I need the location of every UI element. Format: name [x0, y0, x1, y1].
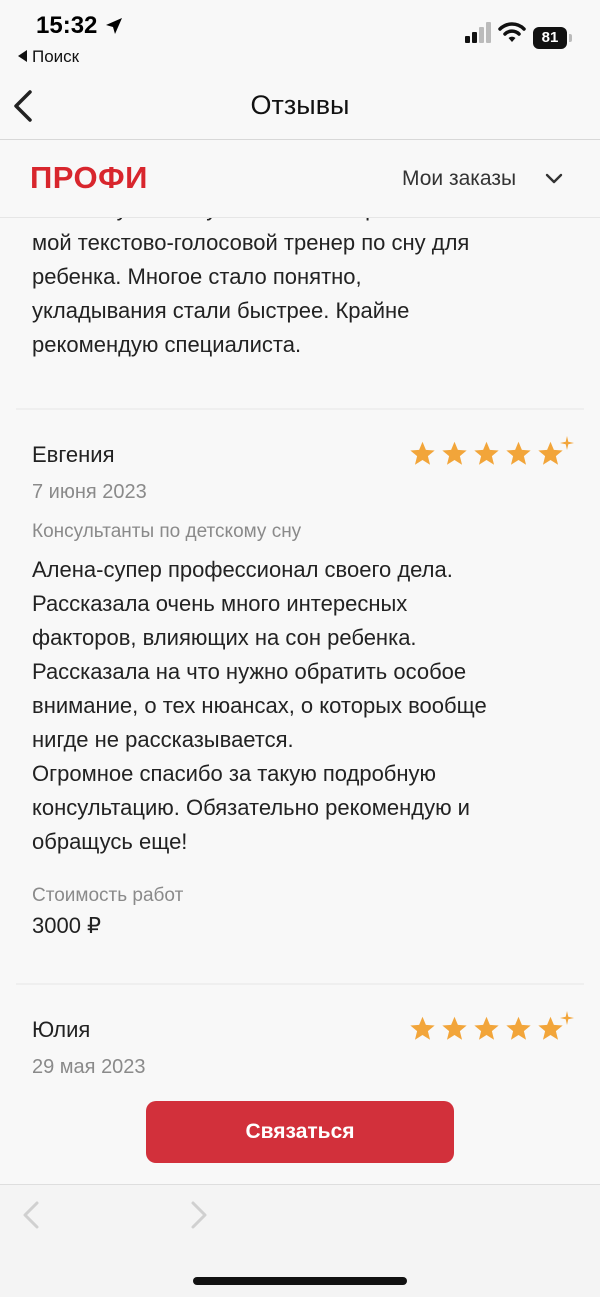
bottom-action-bar: Связаться	[0, 1078, 600, 1184]
cost-label: Стоимость работ	[32, 885, 184, 906]
review-card: Юлия 29 мая 2023	[0, 985, 600, 1078]
battery-level: 81	[533, 27, 567, 49]
battery-icon: 81	[533, 27, 573, 49]
star-icon	[410, 1016, 435, 1040]
review-text: моем случае получилось Алена работала ка…	[32, 218, 499, 357]
review-date: 7 июня 2023	[32, 481, 147, 503]
sparkle-icon	[560, 436, 574, 450]
site-header: ПРОФИ Мои заказы	[0, 140, 600, 218]
back-to-app-link[interactable]: Поиск	[18, 47, 79, 67]
location-arrow-icon	[106, 18, 122, 34]
status-time: 15:32	[36, 12, 98, 39]
star-icon	[442, 441, 467, 465]
rating-stars	[404, 1011, 574, 1042]
star-icon	[474, 441, 499, 465]
review-text: Алена-супер профессионал своего дела. Ра…	[32, 557, 487, 854]
profi-logo[interactable]: ПРОФИ	[30, 160, 148, 196]
cost-value: 3000 ₽	[32, 913, 102, 938]
review-date: 29 мая 2023	[32, 1056, 146, 1078]
star-icon	[506, 441, 531, 465]
my-orders-menu[interactable]: Мои заказы	[402, 167, 516, 191]
chevron-down-icon[interactable]	[545, 172, 563, 186]
home-indicator[interactable]	[193, 1277, 407, 1285]
browser-toolbar	[0, 1184, 600, 1297]
cellular-signal-icon	[465, 22, 491, 43]
rating-stars	[404, 436, 574, 467]
wifi-icon	[498, 22, 526, 42]
review-card: Евгения 7 июня 2023 Консультанты по детс…	[0, 410, 600, 983]
star-icon	[506, 1016, 531, 1040]
battery-tip	[569, 34, 572, 42]
browser-forward-icon[interactable]	[188, 1199, 210, 1231]
navigation-bar: Отзывы	[0, 72, 600, 140]
star-icon	[474, 1016, 499, 1040]
contact-button[interactable]: Связаться	[146, 1101, 454, 1163]
browser-back-icon[interactable]	[20, 1199, 42, 1231]
review-category: Консультанты по детскому сну	[32, 521, 302, 542]
back-triangle-icon	[18, 50, 27, 62]
back-app-label: Поиск	[32, 47, 80, 66]
page-title: Отзывы	[250, 90, 350, 120]
star-icon	[410, 441, 435, 465]
sparkle-icon	[560, 1011, 574, 1025]
star-icon	[442, 1016, 467, 1040]
status-bar: 15:32 Поиск 81	[0, 0, 600, 72]
reviews-list[interactable]: моем случае получилось Алена работала ка…	[0, 218, 600, 1078]
review-partial: моем случае получилось Алена работала ка…	[0, 218, 600, 408]
